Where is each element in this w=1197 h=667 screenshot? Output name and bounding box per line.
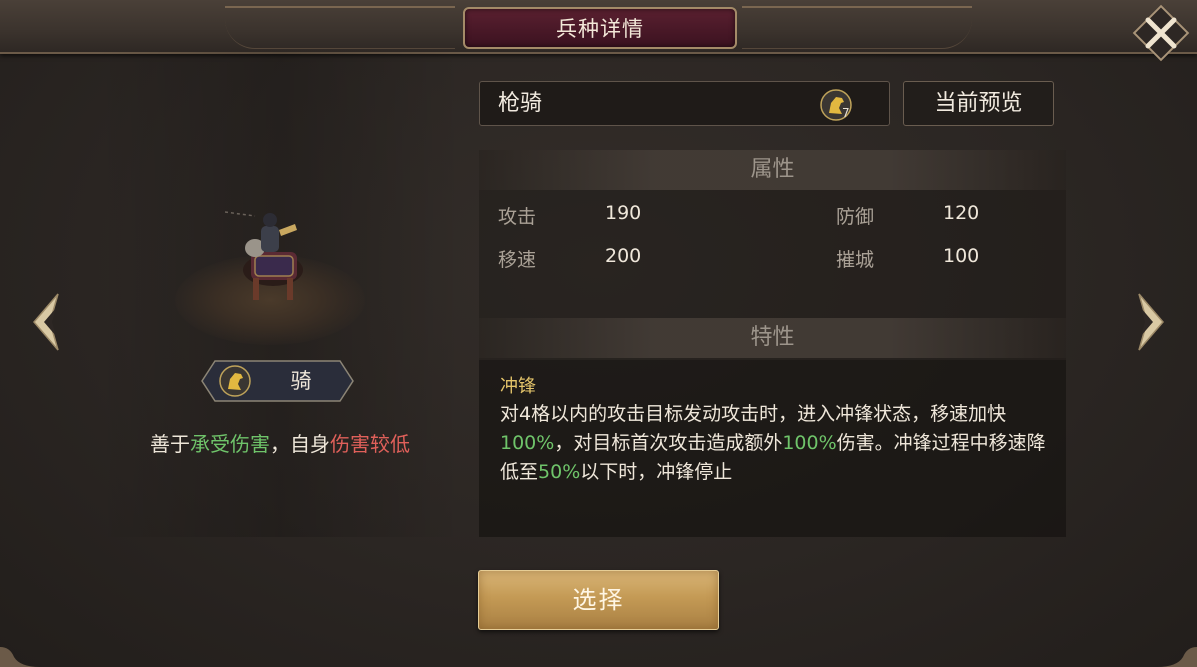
attributes-header: 属性	[479, 150, 1066, 190]
trait-title: 冲锋	[500, 376, 536, 397]
stat-value: 200	[605, 245, 642, 267]
stat-defense: 防御 120	[836, 202, 1056, 229]
cavalry-horse-icon	[219, 365, 251, 397]
stat-value: 100	[943, 245, 980, 267]
select-button[interactable]: 选择	[478, 570, 719, 630]
previous-arrow-button[interactable]	[28, 290, 62, 354]
current-preview-button[interactable]: 当前预览	[903, 81, 1054, 126]
trait-value: 100%	[782, 432, 837, 454]
unit-description: 善于承受伤害，自身伤害较低	[95, 428, 465, 457]
corner-ornament	[1157, 647, 1197, 667]
ornament-right	[742, 6, 972, 49]
close-button[interactable]	[1132, 4, 1190, 62]
stat-label: 摧城	[836, 249, 875, 271]
stat-value: 190	[605, 202, 642, 224]
trait-text: 以下时，冲锋停止	[580, 461, 733, 483]
unit-level: 7	[842, 106, 850, 120]
unit-type-label: 骑	[290, 369, 312, 393]
trait-text: 对4格以内的攻击目标发动攻击时，进入冲锋状态，移速加快	[500, 403, 1007, 425]
trait-text: ，对目标首次攻击造成额外	[554, 432, 783, 454]
trait-description: 对4格以内的攻击目标发动攻击时，进入冲锋状态，移速加快 100%，对目标首次攻击造…	[500, 400, 1055, 487]
trait-value: 100%	[500, 432, 555, 454]
stat-label: 防御	[836, 206, 875, 228]
next-arrow-button[interactable]	[1135, 290, 1169, 354]
desc-weakness: 伤害较低	[330, 432, 410, 456]
stat-siege: 摧城 100	[836, 245, 1056, 272]
stat-attack: 攻击 190	[498, 202, 798, 229]
desc-strength: 承受伤害	[190, 432, 270, 456]
stat-label: 移速	[498, 249, 537, 271]
unit-name: 枪骑	[498, 91, 543, 116]
ornament-left	[225, 6, 455, 49]
traits-header: 特性	[479, 318, 1066, 358]
stat-value: 120	[943, 202, 980, 224]
stat-label: 攻击	[498, 206, 537, 228]
trait-value: 50%	[538, 461, 581, 483]
window-title: 兵种详情	[463, 7, 737, 49]
unit-type-badge: 骑	[201, 360, 354, 402]
unit-name-box: 枪骑 7	[479, 81, 890, 126]
close-x-icon	[1145, 17, 1177, 49]
corner-ornament	[0, 647, 40, 667]
desc-text: ，自身	[270, 432, 330, 456]
lancer-cavalry-model	[225, 211, 303, 300]
stat-speed: 移速 200	[498, 245, 798, 272]
desc-text: 善于	[150, 432, 190, 456]
